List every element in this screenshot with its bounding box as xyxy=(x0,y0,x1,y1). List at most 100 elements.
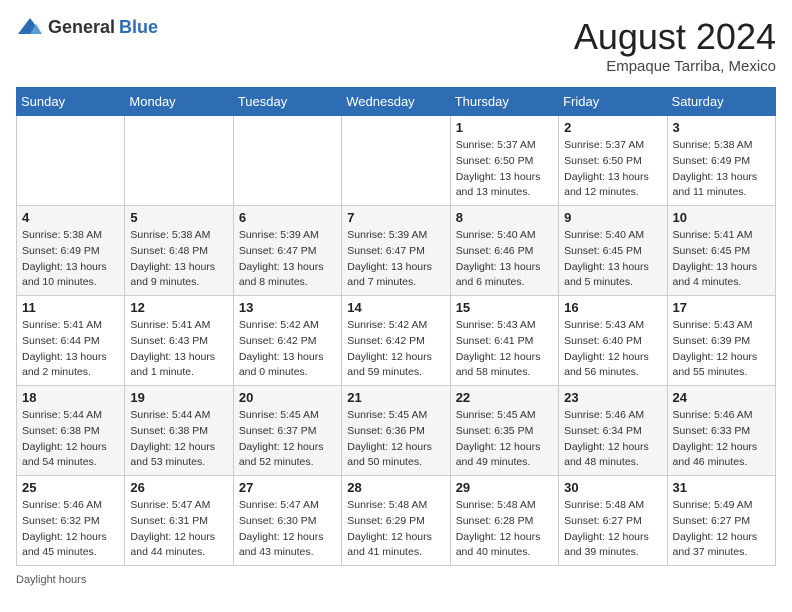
calendar-cell: 11 Sunrise: 5:41 AMSunset: 6:44 PMDayligh… xyxy=(17,296,125,386)
calendar-cell: 28 Sunrise: 5:48 AMSunset: 6:29 PMDayligh… xyxy=(342,476,450,566)
calendar-cell: 16Sunrise: 5:43 AMSunset: 6:40 PMDayligh… xyxy=(559,296,667,386)
calendar-cell: 8 Sunrise: 5:40 AMSunset: 6:46 PMDaylight… xyxy=(450,206,558,296)
day-info: Sunrise: 5:46 AMSunset: 6:33 PMDaylight:… xyxy=(673,408,770,471)
calendar-cell xyxy=(233,116,341,206)
day-number: 18 xyxy=(22,390,119,405)
day-info: Sunrise: 5:41 AMSunset: 6:44 PMDaylight:… xyxy=(22,318,119,381)
day-number: 24 xyxy=(673,390,770,405)
day-number: 13 xyxy=(239,300,336,315)
calendar-cell: 10 Sunrise: 5:41 AMSunset: 6:45 PMDayligh… xyxy=(667,206,775,296)
calendar-cell: 7Sunrise: 5:39 AMSunset: 6:47 PMDaylight… xyxy=(342,206,450,296)
day-info: Sunrise: 5:46 AMSunset: 6:34 PMDaylight:… xyxy=(564,408,661,471)
day-info: Sunrise: 5:44 AMSunset: 6:38 PMDaylight:… xyxy=(22,408,119,471)
calendar-cell: 26 Sunrise: 5:47 AMSunset: 6:31 PMDayligh… xyxy=(125,476,233,566)
day-info: Sunrise: 5:41 AMSunset: 6:45 PMDaylight:… xyxy=(673,228,770,291)
day-info: Sunrise: 5:46 AMSunset: 6:32 PMDaylight:… xyxy=(22,498,119,561)
day-number: 7 xyxy=(347,210,444,225)
calendar-cell: 5 Sunrise: 5:38 AMSunset: 6:48 PMDaylight… xyxy=(125,206,233,296)
weekday-header-friday: Friday xyxy=(559,88,667,116)
day-info: Sunrise: 5:43 AMSunset: 6:41 PMDaylight:… xyxy=(456,318,553,381)
day-number: 12 xyxy=(130,300,227,315)
calendar-cell: 18 Sunrise: 5:44 AMSunset: 6:38 PMDayligh… xyxy=(17,386,125,476)
day-number: 17 xyxy=(673,300,770,315)
calendar-cell: 1 Sunrise: 5:37 AMSunset: 6:50 PMDaylight… xyxy=(450,116,558,206)
day-number: 16 xyxy=(564,300,661,315)
calendar-cell xyxy=(342,116,450,206)
calendar-cell: 2 Sunrise: 5:37 AMSunset: 6:50 PMDaylight… xyxy=(559,116,667,206)
weekday-header-tuesday: Tuesday xyxy=(233,88,341,116)
logo-icon xyxy=(16,16,44,38)
calendar-week-row-4: 25 Sunrise: 5:46 AMSunset: 6:32 PMDayligh… xyxy=(17,476,776,566)
title-area: August 2024 Empaque Tarriba, Mexico xyxy=(574,16,776,75)
day-info: Sunrise: 5:37 AMSunset: 6:50 PMDaylight:… xyxy=(564,138,661,201)
calendar-cell: 22Sunrise: 5:45 AMSunset: 6:35 PMDayligh… xyxy=(450,386,558,476)
day-number: 15 xyxy=(456,300,553,315)
day-number: 11 xyxy=(22,300,119,315)
day-info: Sunrise: 5:38 AMSunset: 6:48 PMDaylight:… xyxy=(130,228,227,291)
day-number: 2 xyxy=(564,120,661,135)
weekday-header-thursday: Thursday xyxy=(450,88,558,116)
weekday-header-wednesday: Wednesday xyxy=(342,88,450,116)
day-number: 27 xyxy=(239,480,336,495)
calendar-cell: 20Sunrise: 5:45 AMSunset: 6:37 PMDayligh… xyxy=(233,386,341,476)
day-info: Sunrise: 5:47 AMSunset: 6:31 PMDaylight:… xyxy=(130,498,227,561)
calendar-cell xyxy=(125,116,233,206)
calendar-cell: 30Sunrise: 5:48 AMSunset: 6:27 PMDayligh… xyxy=(559,476,667,566)
calendar-cell: 27Sunrise: 5:47 AMSunset: 6:30 PMDayligh… xyxy=(233,476,341,566)
location: Empaque Tarriba, Mexico xyxy=(574,58,776,75)
logo-blue: Blue xyxy=(119,17,158,38)
calendar-week-row-0: 1 Sunrise: 5:37 AMSunset: 6:50 PMDaylight… xyxy=(17,116,776,206)
day-info: Sunrise: 5:43 AMSunset: 6:39 PMDaylight:… xyxy=(673,318,770,381)
calendar-cell: 9Sunrise: 5:40 AMSunset: 6:45 PMDaylight… xyxy=(559,206,667,296)
calendar-cell: 25 Sunrise: 5:46 AMSunset: 6:32 PMDayligh… xyxy=(17,476,125,566)
weekday-header-monday: Monday xyxy=(125,88,233,116)
legend: Daylight hours xyxy=(16,574,776,586)
calendar-cell: 15 Sunrise: 5:43 AMSunset: 6:41 PMDayligh… xyxy=(450,296,558,386)
day-number: 8 xyxy=(456,210,553,225)
day-number: 29 xyxy=(456,480,553,495)
day-info: Sunrise: 5:48 AMSunset: 6:29 PMDaylight:… xyxy=(347,498,444,561)
calendar-cell: 12 Sunrise: 5:41 AMSunset: 6:43 PMDayligh… xyxy=(125,296,233,386)
month-year: August 2024 xyxy=(574,16,776,58)
day-info: Sunrise: 5:45 AMSunset: 6:36 PMDaylight:… xyxy=(347,408,444,471)
day-number: 10 xyxy=(673,210,770,225)
day-info: Sunrise: 5:48 AMSunset: 6:27 PMDaylight:… xyxy=(564,498,661,561)
calendar-cell: 13 Sunrise: 5:42 AMSunset: 6:42 PMDayligh… xyxy=(233,296,341,386)
day-number: 20 xyxy=(239,390,336,405)
day-number: 21 xyxy=(347,390,444,405)
day-number: 28 xyxy=(347,480,444,495)
calendar-cell: 31Sunrise: 5:49 AMSunset: 6:27 PMDayligh… xyxy=(667,476,775,566)
day-info: Sunrise: 5:49 AMSunset: 6:27 PMDaylight:… xyxy=(673,498,770,561)
day-info: Sunrise: 5:37 AMSunset: 6:50 PMDaylight:… xyxy=(456,138,553,201)
day-number: 14 xyxy=(347,300,444,315)
day-info: Sunrise: 5:40 AMSunset: 6:46 PMDaylight:… xyxy=(456,228,553,291)
calendar-cell xyxy=(17,116,125,206)
day-number: 4 xyxy=(22,210,119,225)
calendar-cell: 19Sunrise: 5:44 AMSunset: 6:38 PMDayligh… xyxy=(125,386,233,476)
calendar-week-row-2: 11 Sunrise: 5:41 AMSunset: 6:44 PMDayligh… xyxy=(17,296,776,386)
calendar-cell: 6Sunrise: 5:39 AMSunset: 6:47 PMDaylight… xyxy=(233,206,341,296)
calendar-cell: 23 Sunrise: 5:46 AMSunset: 6:34 PMDayligh… xyxy=(559,386,667,476)
day-info: Sunrise: 5:48 AMSunset: 6:28 PMDaylight:… xyxy=(456,498,553,561)
calendar-week-row-3: 18 Sunrise: 5:44 AMSunset: 6:38 PMDayligh… xyxy=(17,386,776,476)
day-info: Sunrise: 5:40 AMSunset: 6:45 PMDaylight:… xyxy=(564,228,661,291)
weekday-header-sunday: Sunday xyxy=(17,88,125,116)
calendar-cell: 14 Sunrise: 5:42 AMSunset: 6:42 PMDayligh… xyxy=(342,296,450,386)
calendar-cell: 3Sunrise: 5:38 AMSunset: 6:49 PMDaylight… xyxy=(667,116,775,206)
weekday-header-row: SundayMondayTuesdayWednesdayThursdayFrid… xyxy=(17,88,776,116)
day-info: Sunrise: 5:42 AMSunset: 6:42 PMDaylight:… xyxy=(239,318,336,381)
day-number: 5 xyxy=(130,210,227,225)
day-number: 6 xyxy=(239,210,336,225)
day-number: 22 xyxy=(456,390,553,405)
day-info: Sunrise: 5:42 AMSunset: 6:42 PMDaylight:… xyxy=(347,318,444,381)
calendar-cell: 29 Sunrise: 5:48 AMSunset: 6:28 PMDayligh… xyxy=(450,476,558,566)
logo-general: General xyxy=(48,17,115,38)
day-info: Sunrise: 5:38 AMSunset: 6:49 PMDaylight:… xyxy=(673,138,770,201)
day-number: 23 xyxy=(564,390,661,405)
day-info: Sunrise: 5:41 AMSunset: 6:43 PMDaylight:… xyxy=(130,318,227,381)
day-number: 25 xyxy=(22,480,119,495)
header: GeneralBlue August 2024 Empaque Tarriba,… xyxy=(16,16,776,75)
day-number: 1 xyxy=(456,120,553,135)
day-number: 26 xyxy=(130,480,227,495)
day-info: Sunrise: 5:38 AMSunset: 6:49 PMDaylight:… xyxy=(22,228,119,291)
